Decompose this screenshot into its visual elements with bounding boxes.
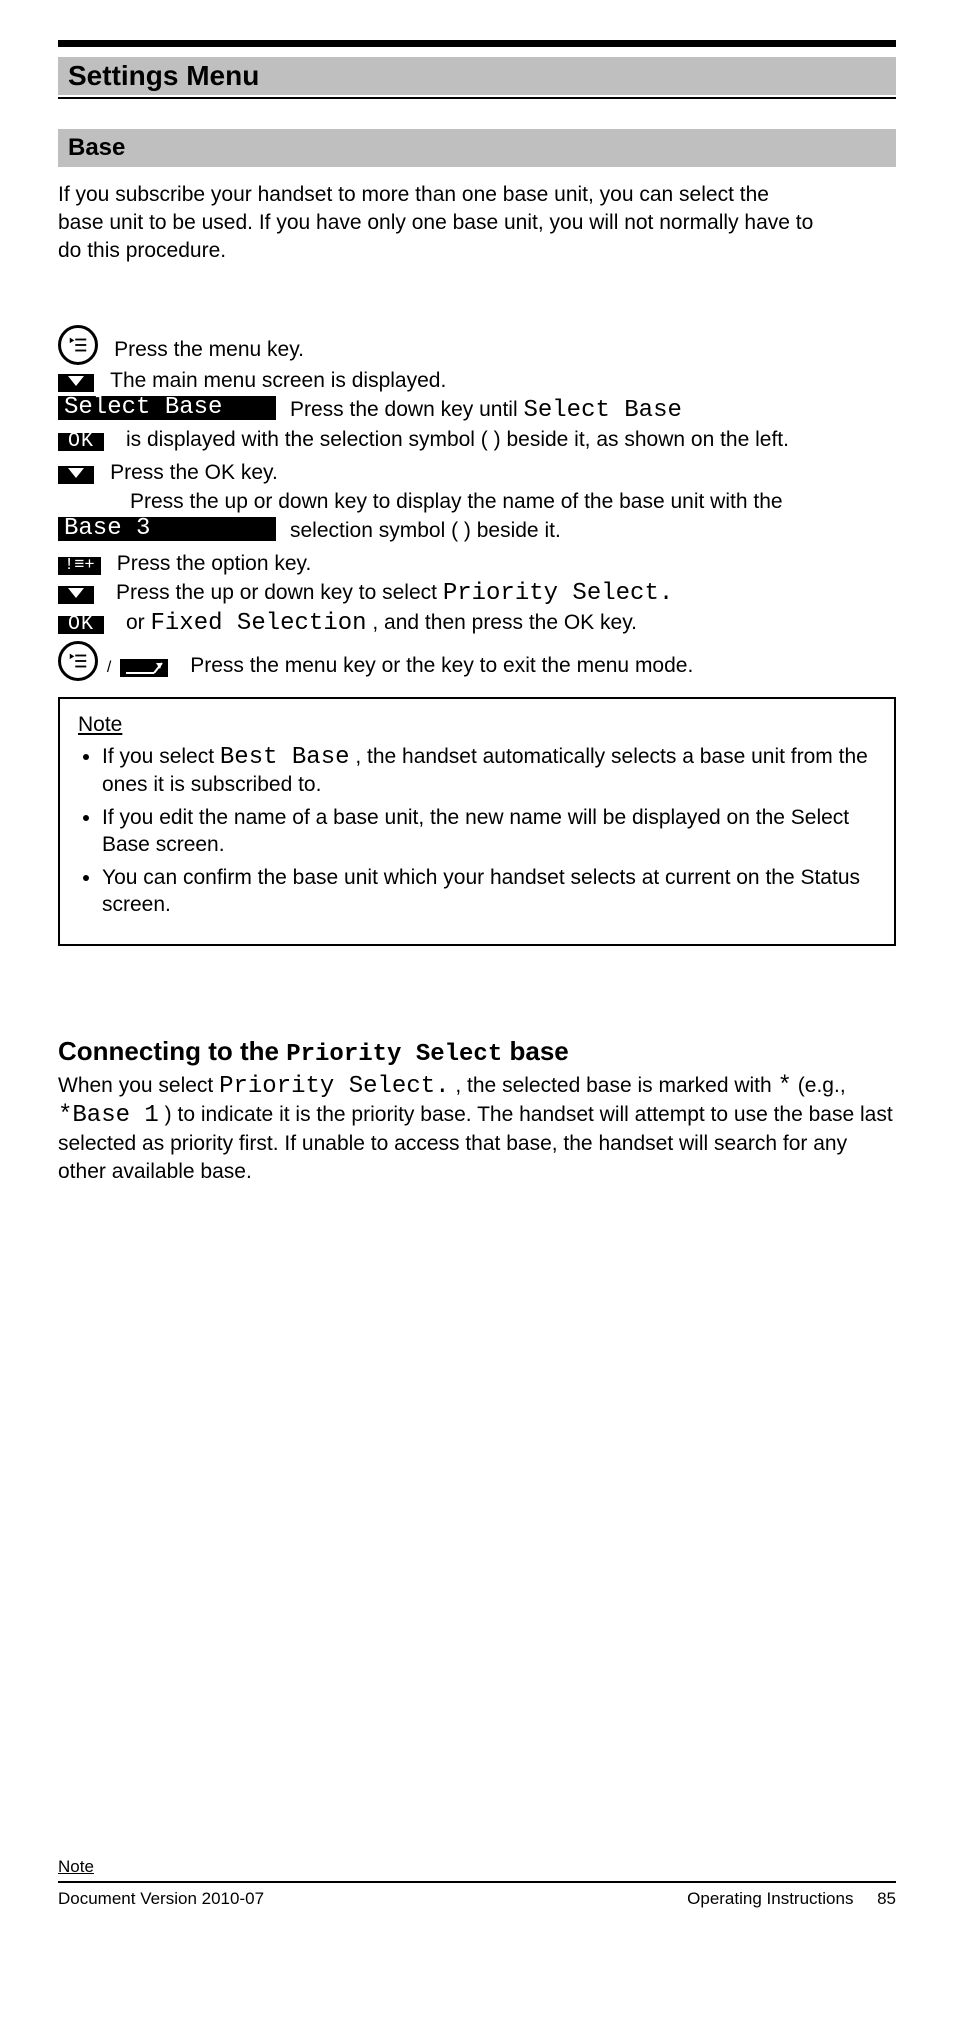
- best-base-code: Best Base: [220, 744, 350, 771]
- note-title: Note: [78, 713, 122, 736]
- intro-line-2: base unit to be used. If you have only o…: [58, 209, 896, 237]
- lcd-base3: Base 3: [58, 517, 276, 541]
- asterisk-mark: *: [778, 1073, 792, 1100]
- intro-paragraph: If you subscribe your handset to more th…: [58, 181, 896, 265]
- ok-key-2: OK: [58, 616, 104, 634]
- down-key-2: [58, 466, 94, 484]
- step3-text: Press the OK key.: [110, 461, 278, 484]
- step4-mid: selection symbol ( ) beside it.: [276, 517, 896, 544]
- step5-text: Press the option key.: [117, 552, 312, 575]
- select-base-inline: Select Base: [523, 397, 681, 424]
- options-key-icon: !≡+: [58, 557, 101, 575]
- base1-code: *Base 1: [58, 1102, 159, 1129]
- priority-select-inline: Priority Select.: [443, 580, 673, 607]
- menu-key-icon: [58, 325, 98, 365]
- intro-line-3: do this procedure.: [58, 237, 896, 265]
- step4-lead: Press the up or down key to display the …: [130, 490, 783, 513]
- footer-right: Operating Instructions: [687, 1889, 853, 1908]
- intro-line-1: If you subscribe your handset to more th…: [58, 181, 896, 209]
- note-box: Note If you select Best Base , the hands…: [58, 697, 896, 946]
- footer-note-underline: Note: [58, 1857, 94, 1876]
- step2-b: is displayed with the selection symbol (…: [120, 428, 789, 451]
- footer-page: 85: [877, 1889, 896, 1908]
- note-item-1: If you select Best Base , the handset au…: [102, 743, 876, 798]
- priority-paragraph: When you select Priority Select. , the s…: [58, 1072, 896, 1186]
- thin-rule: [58, 97, 896, 99]
- note-item-2: If you edit the name of a base unit, the…: [102, 804, 876, 858]
- running-head: Settings Menu: [58, 57, 896, 95]
- priority-select-code: Priority Select.: [219, 1073, 449, 1100]
- section-title-bar: Base: [58, 129, 896, 167]
- step7a: Press the menu key or the: [190, 654, 441, 677]
- ok-key-1: OK: [58, 433, 104, 451]
- step7b: key to exit the menu mode.: [441, 654, 693, 677]
- priority-section-title: Connecting to the Priority Select base: [58, 1036, 896, 1068]
- priority-title-code: Priority Select: [286, 1041, 502, 1068]
- down-key: [58, 374, 94, 392]
- note-item-3: You can confirm the base unit which your…: [102, 864, 876, 918]
- power-key-icon: [120, 659, 168, 677]
- step6c: , and then press the OK key.: [372, 611, 637, 634]
- step6b: or: [126, 611, 151, 634]
- lcd-select-base: Select Base: [58, 396, 276, 420]
- running-head-text: Settings Menu: [68, 60, 259, 91]
- step6a: Press the up or down key to select: [116, 581, 443, 604]
- page-footer: Note Document Version 2010-07 Operating …: [58, 1857, 896, 1909]
- fixed-selection-inline: Fixed Selection: [151, 610, 367, 637]
- down-key-3: [58, 586, 94, 604]
- footer-left: Document Version 2010-07: [58, 1889, 264, 1909]
- step1-text-b: The main menu screen is displayed.: [110, 369, 446, 392]
- menu-key-icon-2: [58, 641, 98, 681]
- step2-a: Press the down key until: [290, 398, 523, 421]
- section-title: Base: [68, 134, 125, 161]
- step1-text-a: Press the menu key.: [114, 338, 304, 361]
- top-rule: [58, 40, 896, 47]
